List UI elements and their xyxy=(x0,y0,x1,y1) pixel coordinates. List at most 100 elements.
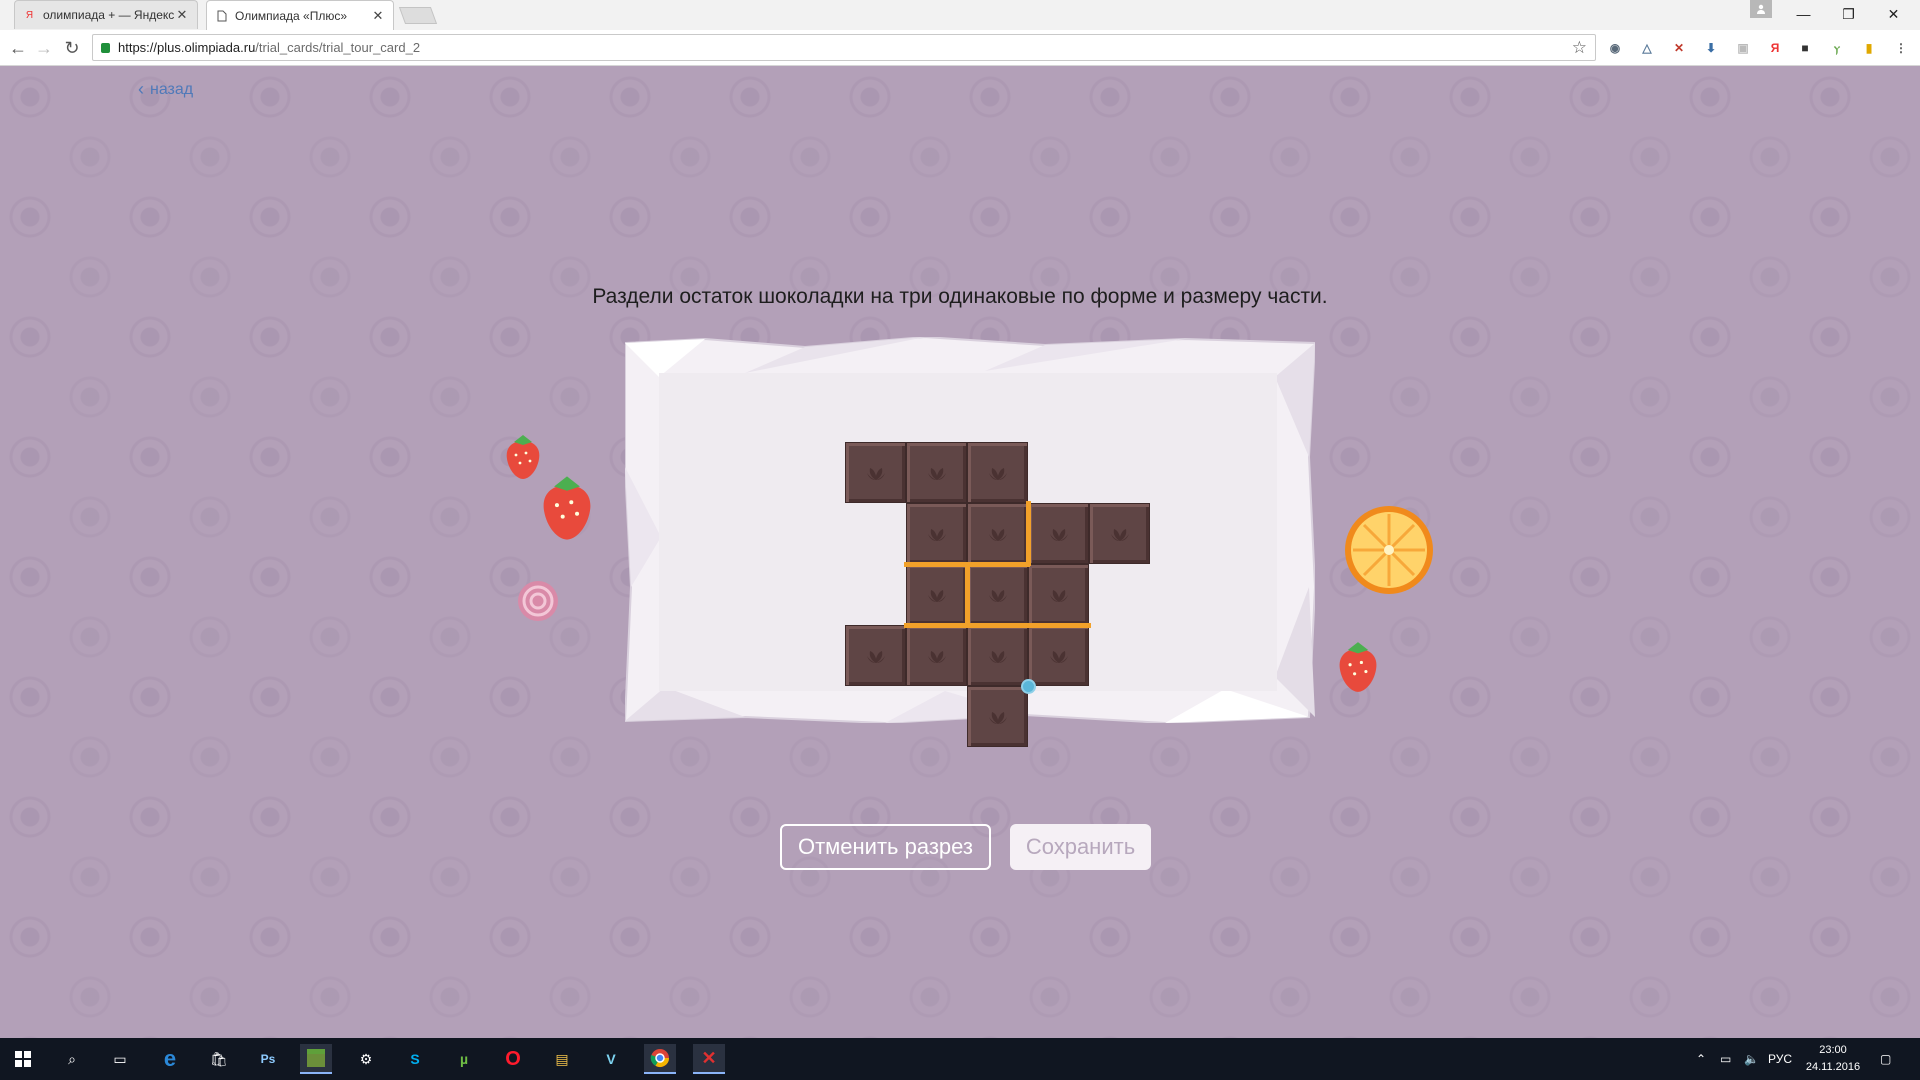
cut-line xyxy=(904,623,1091,628)
skype-icon[interactable]: S xyxy=(399,1044,431,1074)
tab-title: Олимпиада «Плюс» xyxy=(235,8,348,23)
settings-icon[interactable]: ⚙ xyxy=(350,1044,382,1074)
close-tab-icon[interactable]: ✕ xyxy=(175,7,189,23)
back-arrow-icon[interactable]: ← xyxy=(6,36,30,60)
lock-icon xyxy=(101,42,110,53)
back-label: назад xyxy=(150,80,194,98)
tray-chevron-icon[interactable]: ⌃ xyxy=(1696,1038,1706,1080)
leaf-icon xyxy=(988,589,1007,602)
candy-icon xyxy=(516,577,560,630)
chocolate-piece[interactable] xyxy=(1028,564,1089,625)
start-icon[interactable] xyxy=(7,1044,39,1074)
bookmark-star-icon[interactable]: ☆ xyxy=(1572,38,1587,58)
restore-icon[interactable]: ❐ xyxy=(1826,0,1871,28)
clock[interactable]: 23:00 24.11.2016 xyxy=(1803,1042,1863,1076)
language-indicator[interactable]: РУС xyxy=(1768,1038,1792,1080)
tab-title: олимпиада + — Яндекс xyxy=(43,8,175,22)
search-icon[interactable]: ⌕ xyxy=(56,1044,88,1074)
browser-menu-icon[interactable]: ⋮ xyxy=(1892,39,1910,57)
extension-drive-icon[interactable]: △ xyxy=(1638,39,1656,57)
chocolate-piece[interactable] xyxy=(906,503,967,564)
chocolate-piece[interactable] xyxy=(967,625,1028,686)
utorrent-icon[interactable]: µ xyxy=(448,1044,480,1074)
tab-yandex[interactable]: Я олимпиада + — Яндекс ✕ xyxy=(14,0,198,29)
leaf-icon xyxy=(927,528,946,541)
url-host: https://plus.olimpiada.ru xyxy=(118,40,256,55)
leaf-icon xyxy=(988,711,1007,724)
leaf-icon xyxy=(866,650,885,663)
chrome-icon[interactable] xyxy=(644,1044,676,1074)
chocolate-piece[interactable] xyxy=(906,442,967,503)
file-explorer-icon[interactable]: ▤ xyxy=(546,1044,578,1074)
extension-flag-icon[interactable]: ▮ xyxy=(1860,39,1878,57)
tab-olimpiada[interactable]: Олимпиада «Плюс» ✕ xyxy=(206,0,394,30)
url-path: /trial_cards/trial_tour_card_2 xyxy=(255,40,421,55)
chocolate-board[interactable] xyxy=(845,442,1151,748)
task-view-icon[interactable]: ▭ xyxy=(104,1044,136,1074)
chocolate-piece[interactable] xyxy=(845,625,906,686)
yandex-icon: Я xyxy=(25,9,34,21)
close-tab-icon[interactable]: ✕ xyxy=(371,8,385,24)
strawberry-icon xyxy=(1332,639,1384,700)
leaf-icon xyxy=(1049,528,1068,541)
leaf-icon xyxy=(988,528,1007,541)
cut-line xyxy=(965,562,970,627)
address-bar[interactable]: https://plus.olimpiada.ru/trial_cards/tr… xyxy=(92,34,1596,61)
clock-date: 24.11.2016 xyxy=(1805,1061,1861,1073)
chocolate-piece[interactable] xyxy=(845,442,906,503)
save-button[interactable]: Сохранить xyxy=(1010,824,1151,870)
leaf-icon xyxy=(927,589,946,602)
browser-toolbar: ← → ↻ https://plus.olimpiada.ru/trial_ca… xyxy=(0,30,1920,66)
chocolate-piece[interactable] xyxy=(967,686,1028,747)
chocolate-piece[interactable] xyxy=(906,625,967,686)
chocolate-piece[interactable] xyxy=(967,503,1028,564)
chevron-left-icon: ‹ xyxy=(138,79,144,99)
chocolate-piece[interactable] xyxy=(1028,625,1089,686)
leaf-icon xyxy=(1049,589,1068,602)
photoshop-icon[interactable]: Ps xyxy=(252,1044,284,1074)
profile-icon[interactable] xyxy=(1750,0,1772,18)
chocolate-piece[interactable] xyxy=(1089,503,1150,564)
leaf-icon xyxy=(1049,650,1068,663)
notifications-icon[interactable]: ▢ xyxy=(1880,1038,1891,1080)
store-icon[interactable]: 🛍 xyxy=(203,1044,235,1074)
leaf-icon xyxy=(927,650,946,663)
chocolate-piece[interactable] xyxy=(967,442,1028,503)
opera-icon[interactable]: O xyxy=(497,1044,529,1074)
yandex-extension-icon[interactable]: Я xyxy=(1766,39,1784,57)
cut-cursor-dot[interactable] xyxy=(1021,679,1036,694)
minecraft-icon[interactable] xyxy=(300,1044,332,1074)
leaf-icon xyxy=(988,650,1007,663)
chocolate-piece[interactable] xyxy=(1028,503,1089,564)
back-link[interactable]: ‹ назад xyxy=(138,79,193,100)
new-tab-button[interactable] xyxy=(398,7,438,24)
reload-icon[interactable]: ↻ xyxy=(60,36,84,60)
extension-leaf-icon[interactable]: ⲩ xyxy=(1828,39,1846,57)
chocolate-piece[interactable] xyxy=(967,564,1028,625)
extension-x-icon[interactable]: ✕ xyxy=(1670,39,1688,57)
forward-arrow-icon[interactable]: → xyxy=(32,36,56,60)
chocolate-piece[interactable] xyxy=(906,564,967,625)
network-icon[interactable]: ▭ xyxy=(1720,1038,1731,1080)
clock-time: 23:00 xyxy=(1819,1044,1847,1056)
strawberry-icon xyxy=(534,473,600,548)
extension-dark-icon[interactable]: ■ xyxy=(1796,39,1814,57)
download-icon[interactable]: ⬇ xyxy=(1702,39,1720,57)
app-icon[interactable]: ✕ xyxy=(693,1044,725,1074)
volume-icon[interactable]: 🔈 xyxy=(1744,1038,1759,1080)
browser-tab-bar: Я олимпиада + — Яндекс ✕ Олимпиада «Плюс… xyxy=(0,0,1920,30)
minimize-icon[interactable]: — xyxy=(1781,0,1826,28)
leaf-icon xyxy=(1110,528,1129,541)
close-window-icon[interactable]: ✕ xyxy=(1871,0,1916,28)
vpn-icon[interactable]: V xyxy=(595,1044,627,1074)
extension-gray-icon[interactable]: ▣ xyxy=(1734,39,1752,57)
edge-icon[interactable]: e xyxy=(154,1044,186,1074)
extension-eye-icon[interactable]: ◉ xyxy=(1606,39,1624,57)
taskbar: ⌕ ▭ e 🛍 Ps ⚙ S µ O ▤ V ✕ ⌃ ▭ 🔈 РУС 23:00… xyxy=(0,1038,1920,1080)
leaf-icon xyxy=(927,467,946,480)
cancel-cut-button[interactable]: Отменить разрез xyxy=(780,824,991,870)
leaf-icon xyxy=(988,467,1007,480)
page-content: ‹ назад Раздели остаток шоколадки на три… xyxy=(0,67,1920,1038)
page-icon xyxy=(215,9,228,22)
task-text: Раздели остаток шоколадки на три одинако… xyxy=(592,285,1328,308)
